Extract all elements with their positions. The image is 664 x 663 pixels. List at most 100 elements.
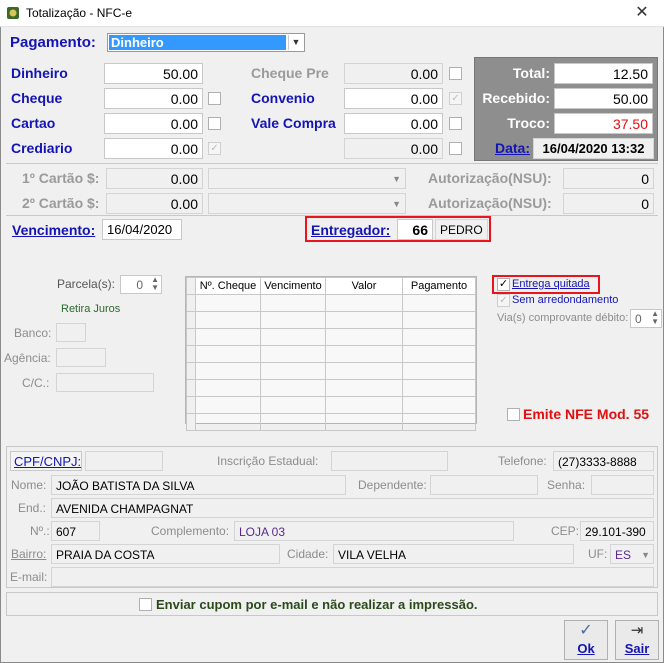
chevron-down-icon[interactable]: ▼ — [641, 545, 650, 565]
table-row[interactable] — [186, 294, 476, 312]
cheque-checkbox[interactable] — [208, 92, 221, 105]
autorizacao2-label: Autorização(NSU): — [428, 195, 552, 211]
telefone-value[interactable]: (27)3333-8888 — [553, 451, 654, 471]
vias-spinner[interactable]: 0 ▲ ▼ — [630, 309, 662, 328]
close-icon[interactable]: ✕ — [628, 3, 656, 23]
sem-arredondamento-checkbox[interactable]: ✓ — [497, 294, 510, 307]
complemento-value[interactable]: LOJA 03 — [234, 521, 514, 541]
entrega-quitada-label: Entrega quitada — [512, 278, 590, 290]
cartao1-operadora-select[interactable]: ▼ — [208, 168, 406, 189]
vale-compra-input[interactable]: 0.00 — [344, 113, 443, 134]
senha-label: Senha: — [547, 478, 586, 492]
table-row[interactable] — [186, 413, 476, 431]
chevron-down-icon: ▼ — [392, 174, 401, 184]
cidade-value[interactable]: VILA VELHA — [333, 544, 574, 564]
col-vencimento: Vencimento — [260, 277, 326, 295]
cheque-input[interactable]: 0.00 — [104, 88, 203, 109]
table-row[interactable] — [186, 345, 476, 363]
sair-button[interactable]: ⇥ Sair — [615, 620, 659, 660]
checkmark-icon: ✓ — [579, 622, 593, 639]
bairro-value[interactable]: PRAIA DA COSTA — [51, 544, 280, 564]
cep-value[interactable]: 29.101-390 — [580, 521, 654, 541]
email-label: E-mail: — [10, 570, 48, 584]
col-pagamento: Pagamento — [402, 277, 476, 295]
sair-button-label: Sair — [624, 641, 650, 656]
app-logo-icon — [6, 6, 20, 20]
convenio-input[interactable]: 0.00 — [344, 88, 443, 109]
autorizacao1-value[interactable]: 0 — [563, 168, 654, 189]
table-row[interactable] — [186, 328, 476, 346]
agencia-input[interactable] — [56, 348, 106, 367]
chevron-down-icon[interactable]: ▼ — [288, 35, 303, 50]
cartao2-value[interactable]: 0.00 — [106, 193, 203, 214]
window-title: Totalização - NFC-e — [26, 6, 133, 20]
dependente-input[interactable] — [430, 475, 538, 495]
cheque-table[interactable]: Nº. Cheque Vencimento Valor Pagamento — [185, 276, 477, 431]
data-value: 16/04/2020 13:32 — [533, 138, 654, 159]
retira-juros-label: Retira Juros — [61, 303, 121, 315]
parcelas-spinner[interactable]: 0 ▲ ▼ — [120, 275, 162, 294]
nome-value[interactable]: JOÃO BATISTA DA SILVA — [51, 475, 346, 495]
autorizacao2-value[interactable]: 0 — [563, 193, 654, 214]
cidade-label: Cidade: — [287, 547, 329, 561]
table-row[interactable] — [186, 396, 476, 414]
ok-button[interactable]: ✓ Ok — [564, 620, 608, 660]
cartao-checkbox[interactable] — [208, 117, 221, 130]
agencia-label: Agência: — [4, 351, 51, 365]
cheque-pre-input[interactable]: 0.00 — [344, 63, 443, 84]
recebido-label: Recebido: — [482, 90, 550, 106]
dinheiro-input[interactable]: 50.00 — [104, 63, 203, 84]
cheque-pre-checkbox[interactable] — [449, 67, 462, 80]
col-numero-cheque: Nº. Cheque — [195, 277, 261, 295]
troco-label: Troco: — [507, 115, 550, 131]
uf-select[interactable]: ES ▼ — [610, 544, 654, 564]
extra-value-input[interactable]: 0.00 — [344, 138, 443, 159]
emite-nfe-checkbox[interactable] — [507, 408, 520, 421]
cartao-label: Cartao — [11, 115, 56, 131]
bairro-label: Bairro: — [11, 547, 47, 561]
complemento-label: Complemento: — [151, 524, 230, 538]
vencimento-input[interactable]: 16/04/2020 — [102, 219, 182, 240]
cpf-input[interactable] — [85, 451, 163, 471]
vale-compra-checkbox[interactable] — [449, 117, 462, 130]
cpf-label: CPF/CNPJ: — [10, 451, 82, 471]
numero-value[interactable]: 607 — [51, 521, 100, 541]
entregador-label: Entregador: — [311, 222, 391, 238]
ok-button-label: Ok — [577, 641, 595, 656]
enviar-email-checkbox[interactable] — [139, 598, 152, 611]
table-row[interactable] — [186, 379, 476, 397]
entrega-quitada-checkbox[interactable]: ✓ — [497, 278, 510, 291]
spin-arrows-icon[interactable]: ▲ ▼ — [151, 276, 159, 292]
table-row[interactable] — [186, 362, 476, 380]
cc-input[interactable] — [56, 373, 154, 392]
vencimento-label: Vencimento: — [12, 222, 96, 238]
cep-label: CEP: — [551, 524, 580, 538]
vias-label: Via(s) comprovante débito: — [497, 312, 629, 324]
extra-value-checkbox[interactable] — [449, 142, 462, 155]
uf-value: ES — [615, 548, 632, 562]
crediario-input[interactable]: 0.00 — [104, 138, 203, 159]
cartao2-operadora-select[interactable]: ▼ — [208, 193, 406, 214]
spin-arrows-icon[interactable]: ▲ ▼ — [651, 310, 659, 326]
crediario-checkbox[interactable]: ✓ — [208, 142, 221, 155]
cartao2-label: 2º Cartão $: — [22, 195, 100, 211]
email-input[interactable] — [51, 567, 654, 587]
ie-input[interactable] — [331, 451, 448, 471]
dinheiro-label: Dinheiro — [11, 65, 68, 81]
entregador-code-input[interactable]: 66 — [397, 219, 433, 240]
dependente-label: Dependente: — [358, 478, 427, 492]
cartao1-value[interactable]: 0.00 — [106, 168, 203, 189]
col-valor: Valor — [325, 277, 403, 295]
total-label: Total: — [512, 65, 550, 81]
total-value: 12.50 — [554, 63, 653, 84]
banco-input[interactable] — [56, 323, 86, 342]
cartao-input[interactable]: 0.00 — [104, 113, 203, 134]
table-row[interactable] — [186, 311, 476, 329]
senha-input[interactable] — [591, 475, 654, 495]
enviar-email-label: Enviar cupom por e-mail e não realizar a… — [156, 597, 478, 612]
convenio-checkbox[interactable]: ✓ — [449, 92, 462, 105]
sem-arredondamento-label: Sem arredondamento — [512, 294, 619, 306]
pagamento-select[interactable]: Dinheiro ▼ — [107, 33, 305, 52]
recebido-value: 50.00 — [554, 88, 653, 109]
endereco-value[interactable]: AVENIDA CHAMPAGNAT — [51, 498, 654, 518]
